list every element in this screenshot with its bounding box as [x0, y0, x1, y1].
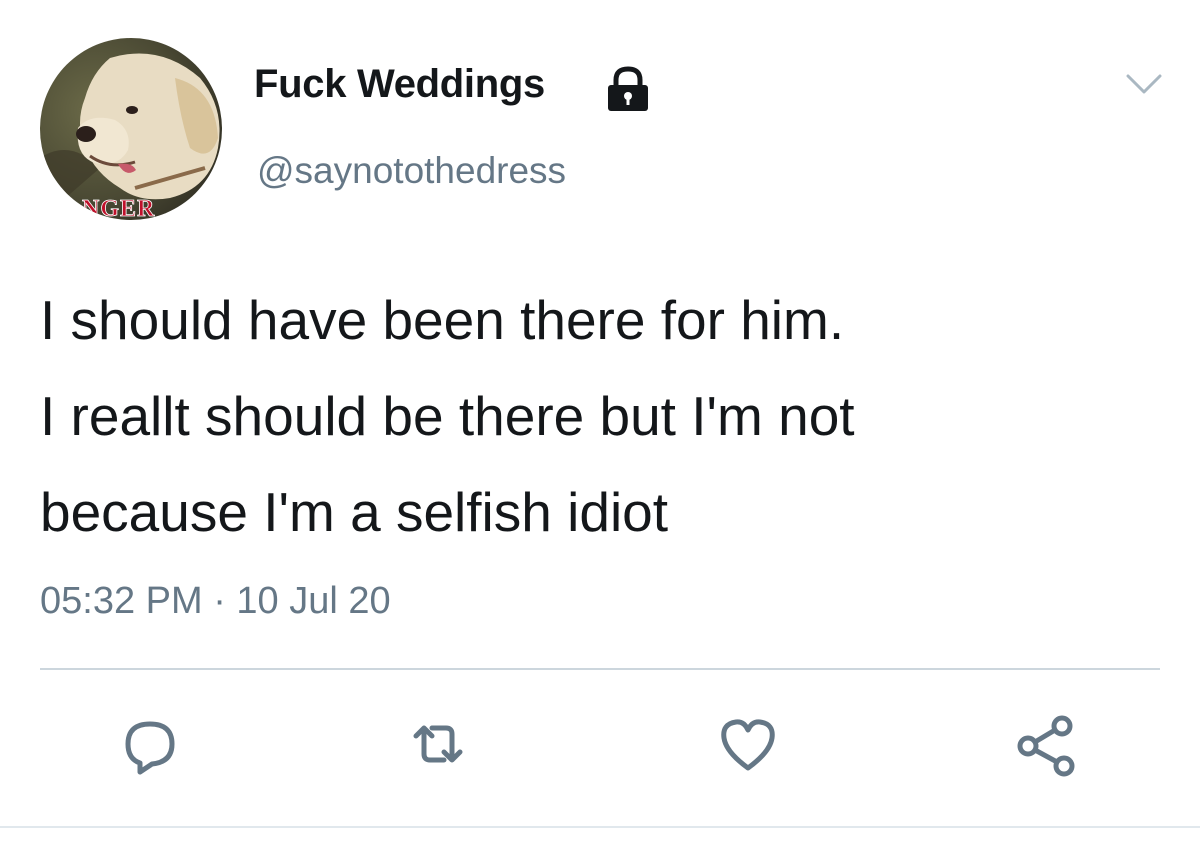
- like-button[interactable]: [712, 708, 784, 780]
- tweet-text: I should have been there for him. I real…: [40, 272, 1170, 560]
- reply-button[interactable]: [112, 708, 184, 780]
- reply-icon: [125, 721, 175, 775]
- tweet-card: NGER Fuck Weddings @saynotothedress I sh…: [0, 0, 1200, 848]
- tweet-timestamp[interactable]: 05:32 PM · 10 Jul 20: [40, 580, 391, 623]
- retweet-icon: [413, 725, 463, 763]
- avatar-text: NGER: [82, 196, 155, 220]
- share-button[interactable]: [1010, 708, 1082, 780]
- user-handle[interactable]: @saynotothedress: [257, 150, 566, 192]
- divider: [40, 668, 1160, 670]
- tweet-line: I should have been there for him.: [40, 289, 845, 351]
- retweet-button[interactable]: [402, 708, 474, 780]
- avatar[interactable]: NGER: [40, 38, 222, 220]
- lock-icon: [608, 66, 648, 111]
- heart-icon: [721, 719, 775, 771]
- dog-avatar-image: NGER: [40, 38, 222, 220]
- share-icon: [1017, 715, 1075, 777]
- display-name[interactable]: Fuck Weddings: [254, 62, 545, 107]
- tweet-line: because I'm a selfish idiot: [40, 481, 669, 543]
- chevron-down-icon[interactable]: [1124, 72, 1164, 96]
- tweet-line: I reallt should be there but I'm not: [40, 385, 855, 447]
- divider: [0, 826, 1200, 828]
